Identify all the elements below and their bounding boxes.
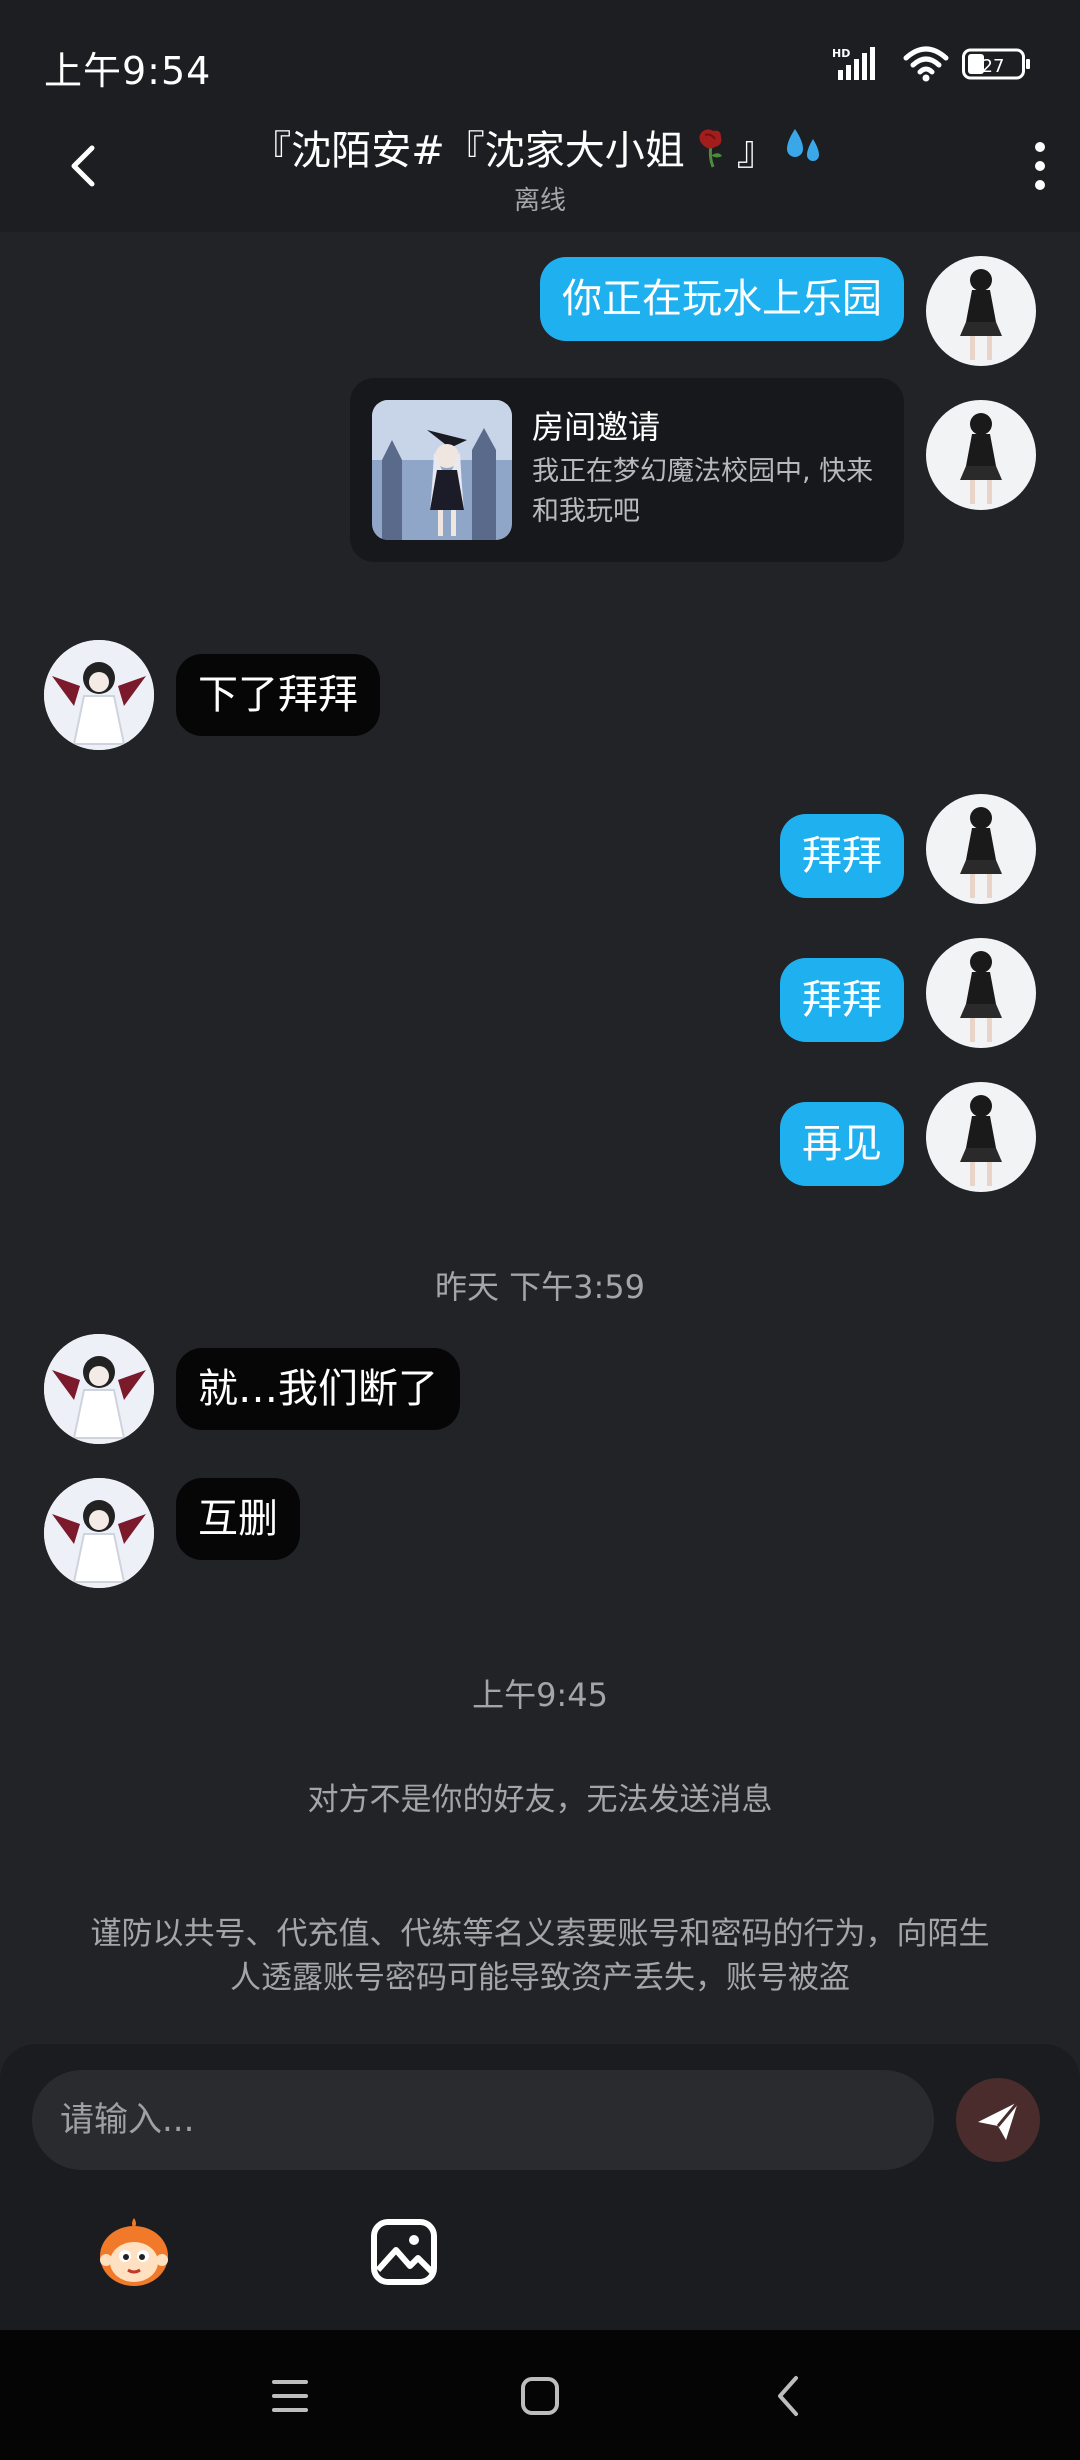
emoji-mascot-icon	[100, 2218, 168, 2286]
message-row: 就…我们断了	[0, 1334, 1080, 1454]
message-input[interactable]	[32, 2070, 934, 2170]
chat-header: 『沈陌安#『沈家大小姐 』 离线	[0, 110, 1080, 232]
room-invite-card[interactable]: 房间邀请 我正在梦幻魔法校园中, 快来和我玩吧	[350, 378, 904, 562]
my-avatar-icon	[960, 1095, 1002, 1186]
menu-icon	[272, 2380, 308, 2412]
message-row: 拜拜	[0, 936, 1080, 1056]
magic-school-image	[372, 400, 512, 540]
title-block: 『沈陌安#『沈家大小姐 』 离线	[180, 118, 900, 217]
security-warning: 谨防以共号、代充值、代练等名义索要账号和密码的行为，向陌生人透露账号密码可能导致…	[90, 1916, 990, 1996]
message-row: 再见	[0, 1080, 1080, 1200]
message-bubble[interactable]: 你正在玩水上乐园	[540, 257, 904, 341]
sweat-droplets-icon	[786, 129, 819, 161]
contact-avatar-icon	[44, 1478, 154, 1588]
time-divider: 昨天 下午3:59	[434, 1268, 646, 1306]
message-bubble[interactable]: 拜拜	[780, 958, 904, 1042]
message-row: 你正在玩水上乐园	[0, 232, 1080, 366]
nav-home-button[interactable]	[510, 2366, 570, 2426]
avatar[interactable]	[44, 1478, 154, 1588]
avatar[interactable]	[926, 400, 1036, 510]
contact-avatar-icon	[44, 1334, 154, 1444]
avatar[interactable]	[926, 794, 1036, 904]
message-row: 房间邀请 我正在梦幻魔法校园中, 快来和我玩吧	[0, 372, 1080, 572]
image-icon	[371, 2219, 437, 2285]
message-bubble[interactable]: 下了拜拜	[176, 654, 380, 736]
network-label: HD	[832, 47, 850, 60]
avatar[interactable]	[926, 256, 1036, 366]
more-options-button[interactable]	[1026, 138, 1054, 198]
image-button[interactable]	[364, 2212, 444, 2292]
message-list[interactable]: 你正在玩水上乐园 房间邀请 我正在梦幻魔法校园中, 快来和我玩吧 下了拜拜 拜拜…	[0, 232, 1080, 2044]
message-bubble[interactable]: 再见	[780, 1102, 904, 1186]
status-time: 上午9:54	[44, 49, 212, 93]
contact-name: 『沈陌安#『沈家大小姐 』	[251, 118, 829, 176]
wilted-rose-icon	[699, 129, 722, 168]
my-avatar-icon	[960, 951, 1002, 1042]
signal-icon: HD	[832, 47, 875, 80]
my-avatar-icon	[960, 269, 1002, 360]
more-vertical-icon	[1026, 142, 1054, 190]
home-icon	[521, 2377, 559, 2415]
message-bubble[interactable]: 拜拜	[780, 814, 904, 898]
message-bubble[interactable]: 就…我们断了	[176, 1348, 460, 1430]
back-button[interactable]	[58, 138, 114, 194]
nav-back-icon	[778, 2376, 798, 2416]
contact-name-end: 』	[736, 128, 777, 174]
contact-avatar-icon	[44, 640, 154, 750]
my-avatar-icon	[960, 413, 1002, 504]
nav-menu-button[interactable]	[260, 2366, 320, 2426]
battery-level: 27	[982, 56, 1005, 77]
message-row: 拜拜	[0, 792, 1080, 912]
avatar[interactable]	[44, 1334, 154, 1444]
time-divider: 上午9:45	[472, 1676, 608, 1714]
system-nav-bar	[0, 2330, 1080, 2460]
my-avatar-icon	[960, 807, 1002, 898]
emoji-button[interactable]	[94, 2212, 174, 2292]
invite-description: 我正在梦幻魔法校园中, 快来和我玩吧	[532, 456, 874, 527]
back-icon	[71, 145, 95, 187]
not-friend-notice: 对方不是你的好友，无法发送消息	[307, 1782, 773, 1818]
avatar[interactable]	[926, 938, 1036, 1048]
message-bubble[interactable]: 互删	[176, 1478, 300, 1560]
nav-back-button[interactable]	[760, 2366, 820, 2426]
contact-name-text: 『沈陌安#『沈家大小姐	[251, 128, 685, 174]
input-panel	[0, 2044, 1080, 2330]
battery-icon: 27	[962, 48, 1030, 80]
invite-thumbnail	[372, 400, 512, 540]
avatar[interactable]	[926, 1082, 1036, 1192]
invite-title: 房间邀请	[532, 408, 661, 446]
send-icon	[978, 2101, 1020, 2140]
message-row: 下了拜拜	[0, 640, 1080, 760]
status-bar: 上午9:54 HD 27	[0, 0, 1080, 110]
message-row: 互删	[0, 1478, 1080, 1598]
avatar[interactable]	[44, 640, 154, 750]
send-button[interactable]	[956, 2078, 1040, 2162]
online-status: 离线	[513, 186, 566, 216]
wifi-icon	[903, 46, 949, 82]
